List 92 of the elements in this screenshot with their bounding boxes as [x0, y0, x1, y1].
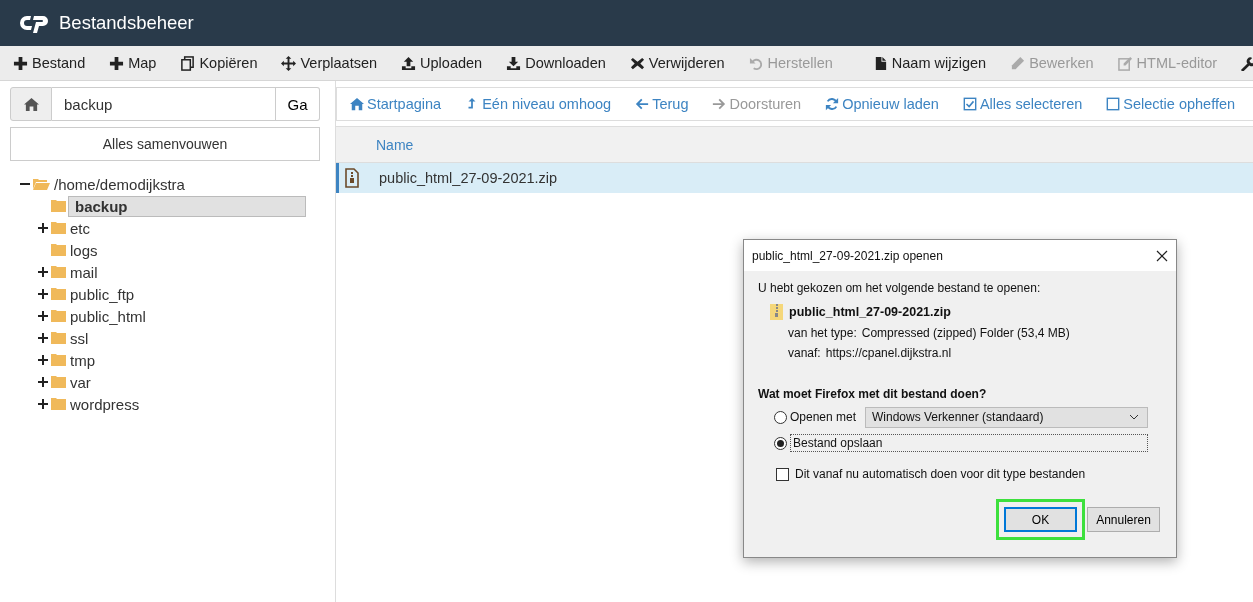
- page-title: Bestandsbeheer: [59, 12, 194, 34]
- file-name: public_html_27-09-2021.zip: [789, 305, 951, 319]
- app-dropdown[interactable]: Windows Verkenner (standaard): [865, 406, 1148, 428]
- folder-name[interactable]: logs: [68, 241, 98, 259]
- move-arrows-icon: [281, 55, 297, 71]
- wrench-icon: [1240, 55, 1253, 71]
- folder-icon: [51, 222, 66, 234]
- plus-icon[interactable]: [38, 333, 48, 343]
- dialog-button[interactable]: Annuleren: [1087, 507, 1160, 532]
- logo-icon: [20, 13, 50, 33]
- folder-icon: [51, 398, 66, 410]
- dialog-title: public_html_27-09-2021.zip openen: [752, 248, 943, 263]
- plus-icon[interactable]: [38, 223, 48, 233]
- nav-link[interactable]: Startpagina: [350, 96, 442, 112]
- nav-link[interactable]: Terug: [635, 96, 689, 112]
- toolbar-button[interactable]: Kopiëren: [173, 49, 265, 77]
- toolbar-button[interactable]: Map: [102, 49, 164, 77]
- file-row[interactable]: public_html_27-09-2021.zip: [336, 163, 1253, 193]
- field-value: Compressed (zipped) Folder (53,4 MB): [861, 326, 1070, 340]
- checkbox[interactable]: [776, 467, 789, 481]
- folder-icon: [51, 244, 66, 256]
- open-folder-icon: [33, 178, 50, 190]
- go-button[interactable]: Ga: [276, 87, 320, 121]
- field-value: https://cpanel.dijkstra.nl: [825, 346, 952, 360]
- file-name: public_html_27-09-2021.zip: [379, 170, 558, 186]
- home-icon: [23, 96, 39, 112]
- checkbox-label[interactable]: Dit vanaf nu automatisch doen voor dit type bestanden: [795, 467, 1086, 481]
- dialog-text: U hebt gekozen om het volgende bestand te openen:: [758, 281, 1042, 295]
- empty-box-icon: [1106, 97, 1121, 111]
- collapse-all-button[interactable]: Alles samenvouwen: [10, 127, 320, 161]
- pencil-icon: [1010, 55, 1026, 71]
- radio-button[interactable]: [774, 410, 787, 424]
- folder-name[interactable]: tmp: [68, 351, 95, 369]
- folder-icon: [51, 376, 66, 388]
- folder-name[interactable]: /home/demodijkstra: [52, 175, 185, 193]
- toolbar-button[interactable]: Naam wijzigen: [865, 49, 994, 77]
- folder-icon: [51, 266, 66, 278]
- undo-icon: [748, 55, 764, 71]
- plus-icon[interactable]: [38, 355, 48, 365]
- zip-file-icon: [345, 168, 359, 188]
- field-label: van het type:: [788, 326, 857, 340]
- folder-name[interactable]: backup: [68, 195, 306, 217]
- folder-name[interactable]: public_html: [68, 307, 146, 325]
- folder-icon: [51, 354, 66, 366]
- radio-label[interactable]: Openen met: [790, 410, 862, 424]
- reload-icon: [825, 97, 840, 111]
- field-label: vanaf:: [788, 346, 821, 360]
- radio-label[interactable]: Bestand opslaan: [790, 434, 1148, 452]
- plus-icon[interactable]: [38, 399, 48, 409]
- folder-name[interactable]: wordpress: [68, 395, 140, 413]
- folder-name[interactable]: etc: [68, 219, 90, 237]
- folder-name[interactable]: ssl: [68, 329, 89, 347]
- chevron-down-icon: [1129, 414, 1139, 420]
- nav-link[interactable]: Eén niveau omhoog: [465, 96, 612, 112]
- dialog-question: Wat moet Firefox met dit bestand doen?: [758, 387, 988, 401]
- nav-link[interactable]: Alles selecteren: [962, 96, 1083, 112]
- folder-name[interactable]: public_ftp: [68, 285, 135, 303]
- folder-icon: [51, 310, 66, 322]
- dialog-button[interactable]: OK: [1004, 507, 1077, 532]
- home-icon: [350, 97, 364, 111]
- home-button[interactable]: [10, 87, 52, 121]
- close-icon: [629, 55, 645, 71]
- plus-icon[interactable]: [38, 267, 48, 277]
- toolbar-button[interactable]: Verwijderen: [622, 49, 732, 77]
- folder-icon: [51, 332, 66, 344]
- left-arrow-icon: [635, 97, 650, 111]
- radio-button[interactable]: [774, 436, 787, 450]
- checked-box-icon: [962, 97, 977, 111]
- plus-icon[interactable]: [38, 311, 48, 321]
- close-icon[interactable]: [1156, 249, 1168, 262]
- plus-icon[interactable]: [38, 377, 48, 387]
- plus-icon: [13, 55, 28, 71]
- column-header[interactable]: Name: [336, 126, 1253, 163]
- zip-folder-icon: [770, 304, 783, 320]
- folder-icon: [51, 288, 66, 300]
- plus-icon: [109, 55, 125, 71]
- edit-icon: [1117, 55, 1133, 71]
- toolbar-button[interactable]: Uploaden: [394, 49, 490, 77]
- plus-icon[interactable]: [38, 289, 48, 299]
- nav-link[interactable]: Selectie opheffen: [1106, 96, 1236, 112]
- path-field[interactable]: backup: [52, 87, 276, 121]
- copy-icon: [180, 55, 196, 71]
- right-arrow-icon: [712, 97, 727, 111]
- upload-icon: [401, 55, 417, 71]
- folder-name[interactable]: mail: [68, 263, 98, 281]
- folder-name[interactable]: var: [68, 373, 91, 391]
- folder-icon: [51, 200, 66, 212]
- nav-link[interactable]: Opnieuw laden: [825, 96, 939, 112]
- toolbar-button[interactable]: Downloaden: [499, 49, 613, 77]
- toolbar-button[interactable]: Verplaatsen: [274, 49, 385, 77]
- toolbar-button[interactable]: Bestand: [6, 49, 93, 77]
- download-icon: [506, 55, 522, 71]
